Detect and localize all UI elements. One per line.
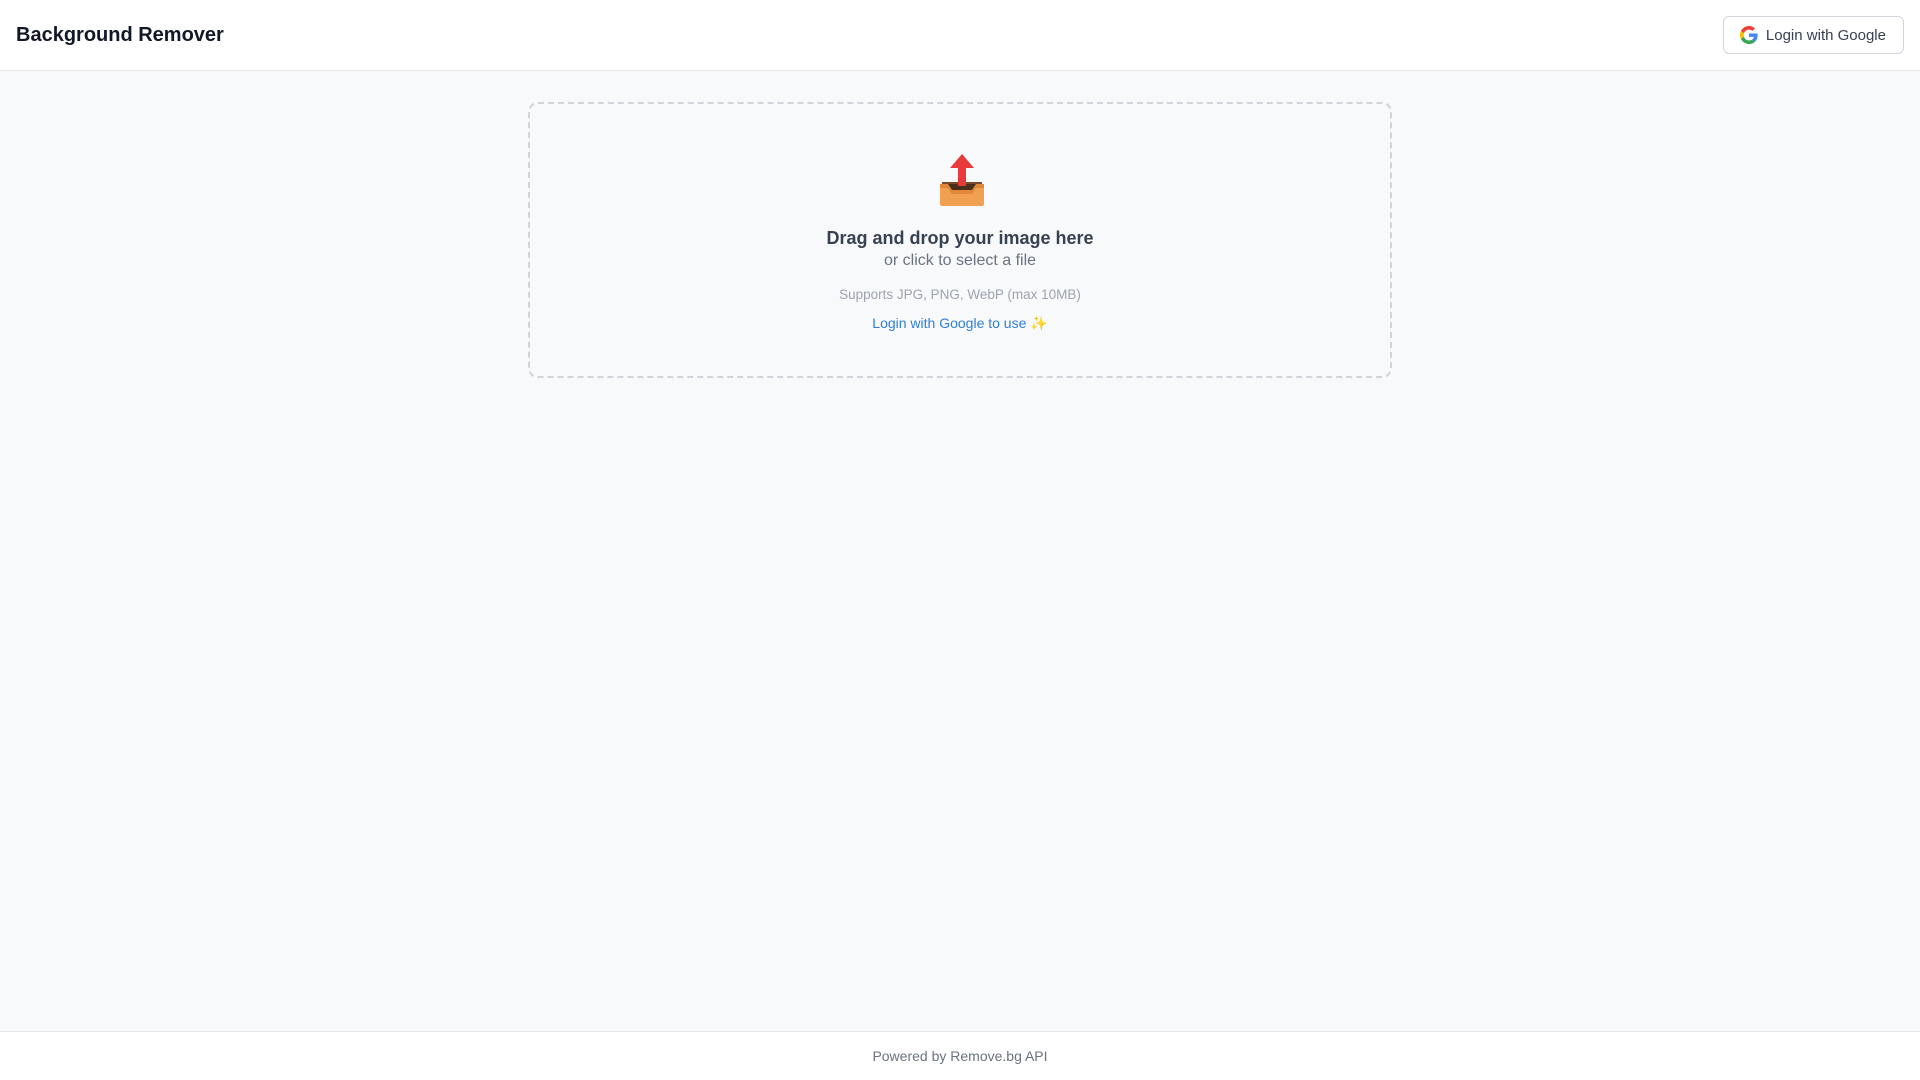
app-footer: Powered by Remove.bg API xyxy=(0,1031,1920,1080)
dropzone-title: Drag and drop your image here xyxy=(826,228,1094,248)
image-dropzone[interactable]: Drag and drop your image here or click t… xyxy=(528,102,1392,378)
dropzone-subtitle: or click to select a file xyxy=(883,252,1037,269)
sparkles-icon: ✨ xyxy=(1030,315,1048,331)
app-header: Background Remover Login with Google xyxy=(0,0,1920,71)
app-title: Background Remover xyxy=(16,24,224,46)
supported-formats-text: Supports JPG, PNG, WebP (max 10MB) xyxy=(839,287,1081,302)
login-with-google-button[interactable]: Login with Google xyxy=(1722,16,1904,54)
login-prompt: Login with Google to use ✨ xyxy=(530,314,1390,332)
login-prompt-link[interactable]: Login with Google to use xyxy=(872,315,1026,331)
google-icon xyxy=(1739,26,1758,44)
outbox-tray-icon xyxy=(940,154,984,206)
login-button-label: Login with Google xyxy=(1765,26,1886,44)
footer-text: Powered by Remove.bg API xyxy=(872,1048,1048,1064)
